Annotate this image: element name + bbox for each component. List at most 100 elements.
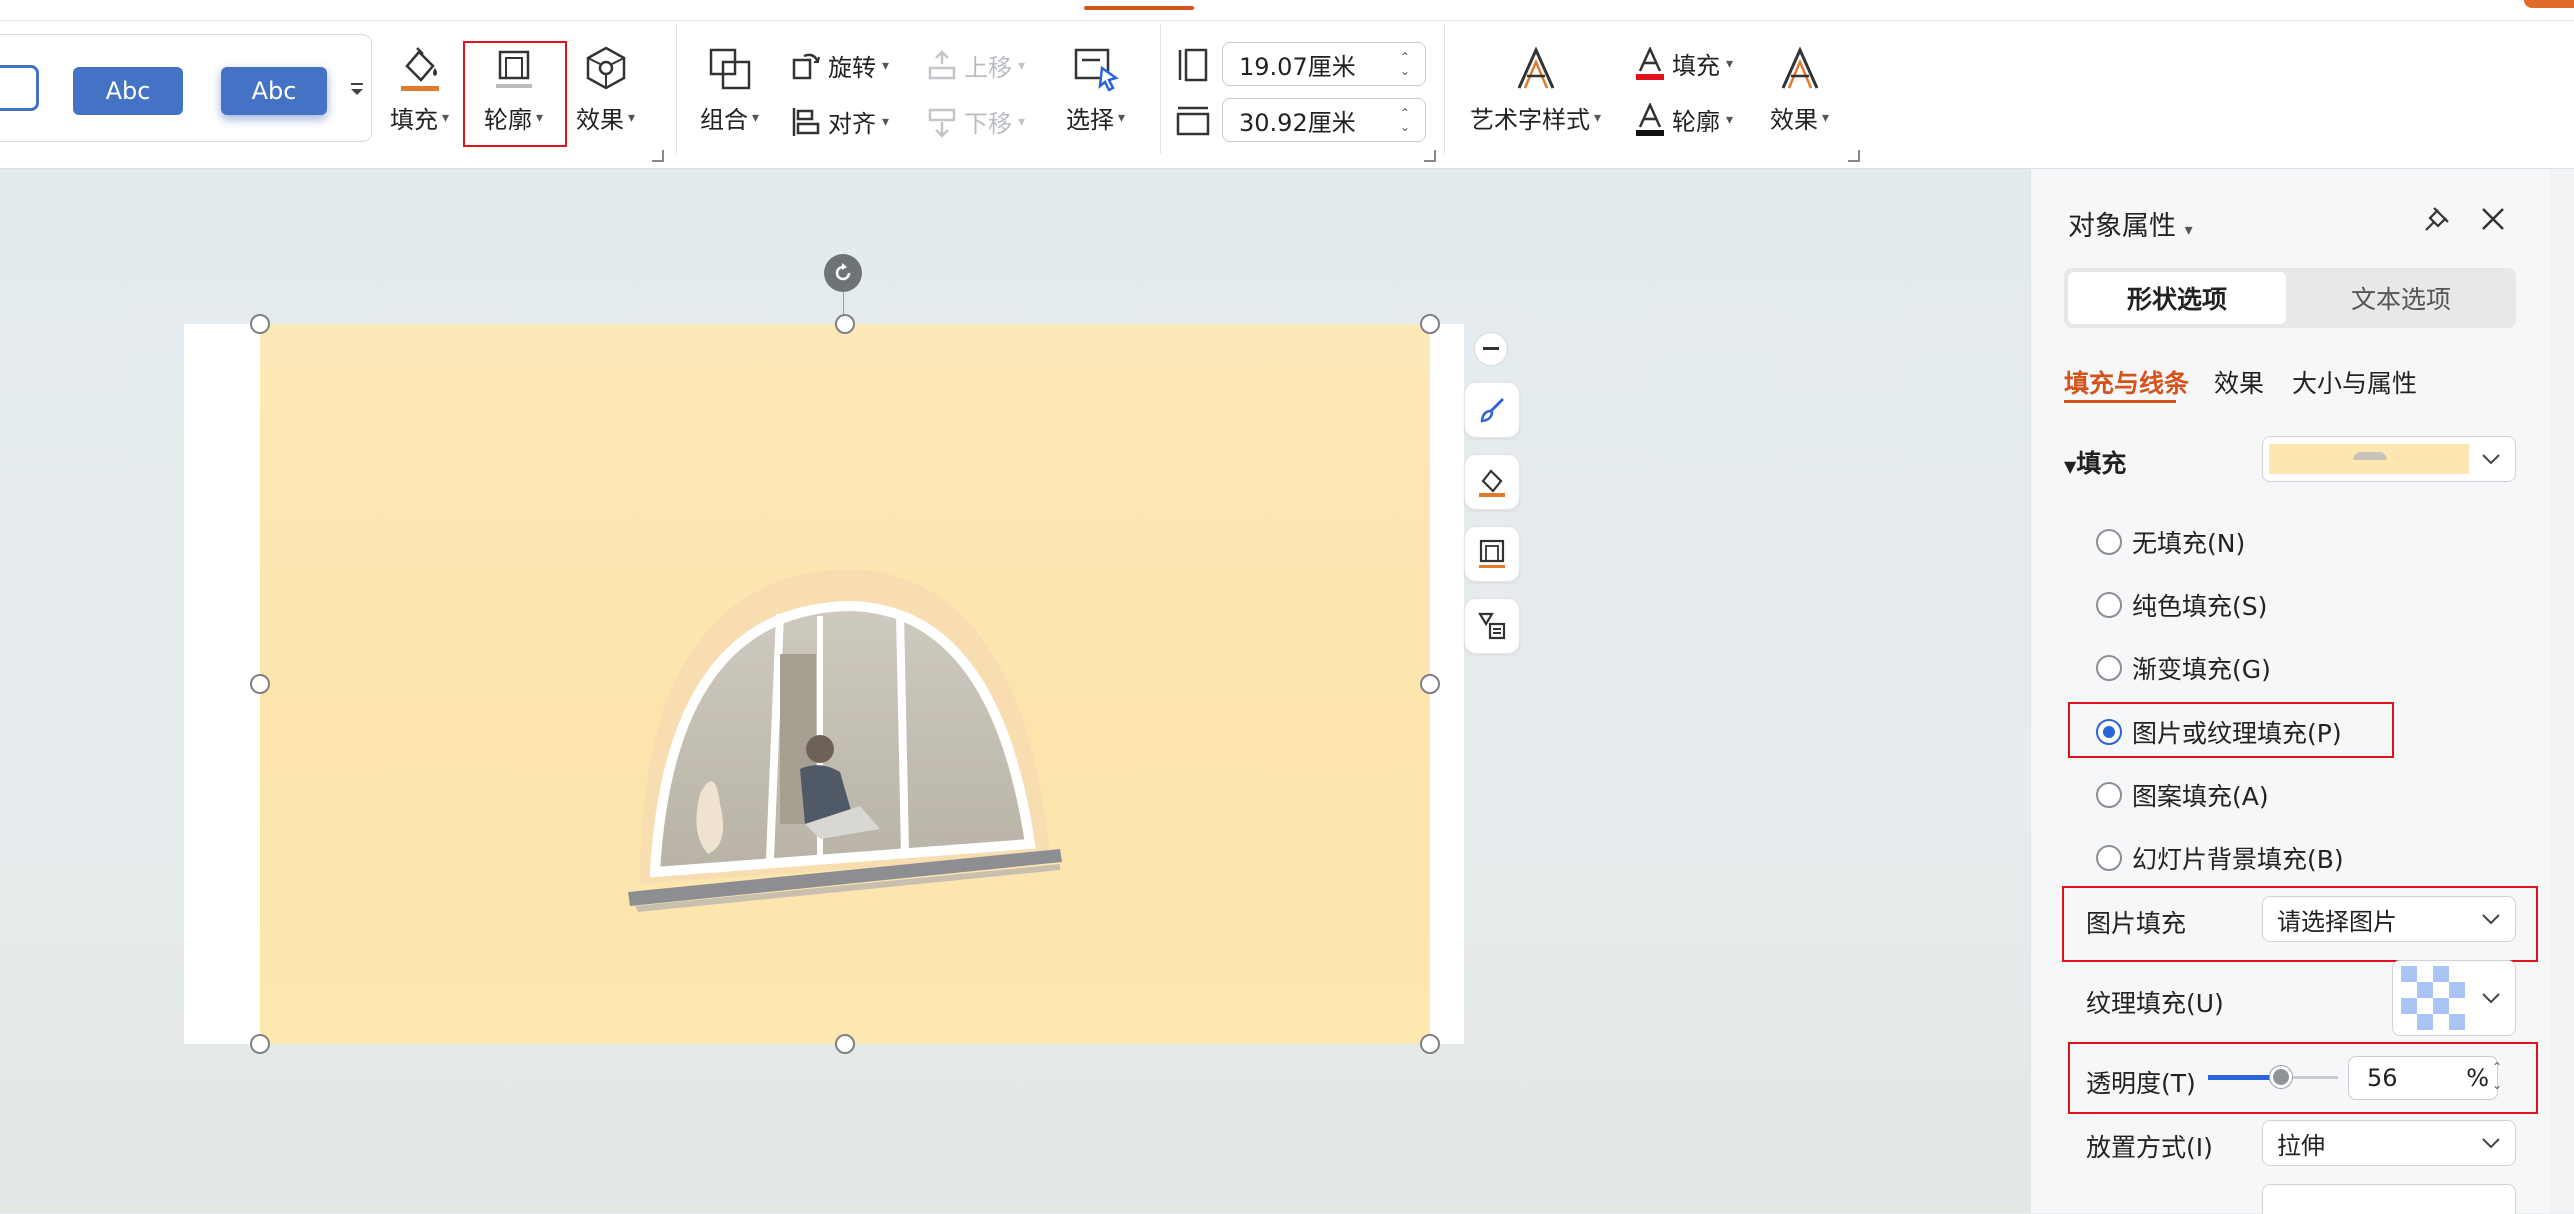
fill-option-label: 纯色填充(S): [2132, 592, 2268, 621]
paint-bucket-icon: [1476, 466, 1508, 498]
float-layout-button[interactable]: [1464, 598, 1520, 654]
float-format-painter-button[interactable]: [1464, 382, 1520, 438]
align-button[interactable]: 对齐 ▾: [790, 104, 889, 139]
resize-handle-top-left[interactable]: [250, 314, 270, 334]
pin-icon[interactable]: [2422, 204, 2452, 234]
placement-dropdown[interactable]: 拉伸: [2262, 1120, 2516, 1166]
active-tab-indicator: [1084, 6, 1194, 10]
shape-style-gallery: Abc Abc: [0, 34, 372, 142]
fill-option-pattern[interactable]: 图案填充(A): [2096, 777, 2269, 813]
fill-option-slide-background[interactable]: 幻灯片背景填充(B): [2096, 840, 2344, 876]
brush-icon: [1477, 395, 1507, 425]
shape-height-icon: [1176, 48, 1210, 82]
separator: [676, 24, 677, 154]
picture-fill-dropdown[interactable]: 请选择图片: [2262, 896, 2516, 942]
select-button[interactable]: 选择 ▾: [1066, 46, 1125, 135]
fill-option-solid[interactable]: 纯色填充(S): [2096, 587, 2267, 623]
collapse-toolbar-icon[interactable]: [1474, 332, 1508, 366]
decrement-icon[interactable]: ⌄: [1400, 64, 1410, 78]
shape-outline-button[interactable]: 轮廓 ▾: [484, 48, 543, 135]
resize-handle-left[interactable]: [250, 674, 270, 694]
close-icon[interactable]: [2480, 206, 2506, 232]
shape-effects-button[interactable]: 效果 ▾: [576, 44, 635, 135]
subtab-fill-line[interactable]: 填充与线条: [2064, 364, 2189, 400]
fill-option-none[interactable]: 无填充(N): [2096, 524, 2245, 560]
shape-styles-launcher-icon[interactable]: [652, 150, 664, 162]
text-outline-button[interactable]: 轮廓 ▾: [1634, 102, 1733, 137]
text-fill-button[interactable]: 填充 ▾: [1634, 46, 1733, 81]
shape-width-input[interactable]: 30.92厘米 ⌃ ⌄: [1222, 98, 1426, 142]
increment-icon[interactable]: ⌃: [1400, 106, 1410, 120]
text-effects-label: 效果: [1770, 106, 1818, 134]
shape-fill-label: 填充: [390, 106, 438, 134]
chevron-down-icon: ▾: [752, 109, 760, 126]
gallery-more-icon[interactable]: [348, 82, 366, 98]
wordart-style-button[interactable]: 艺术字样式 ▾: [1470, 46, 1601, 135]
ribbon-toolbar: Abc Abc 填充 ▾ 轮廓 ▾ 效果 ▾ 组合 ▾ 旋转 ▾ 对齐 ▾ 上移…: [0, 0, 2574, 169]
slider-thumb[interactable]: [2269, 1066, 2292, 1088]
wordart-style-label: 艺术字样式: [1470, 106, 1590, 134]
transparency-input[interactable]: 56 %: [2348, 1056, 2498, 1100]
style-swatch-filled[interactable]: Abc: [73, 67, 183, 115]
subtab-effects[interactable]: 效果: [2214, 364, 2264, 400]
picture-fill-value: 请选择图片: [2277, 907, 2397, 936]
resize-handle-bottom[interactable]: [835, 1034, 855, 1054]
radio-button[interactable]: [2096, 655, 2122, 681]
panel-title[interactable]: 对象属性 ▾: [2068, 204, 2193, 243]
wordart-launcher-icon[interactable]: [1848, 150, 1860, 162]
chevron-down-icon: ▾: [536, 109, 544, 126]
group-icon: [707, 46, 753, 92]
group-button[interactable]: 组合 ▾: [700, 46, 759, 135]
selected-picture[interactable]: [260, 324, 1430, 1044]
transparency-spinner[interactable]: ⌃ ⌄: [2492, 1058, 2502, 1094]
transparency-slider[interactable]: [2208, 1060, 2338, 1096]
texture-checker-icon: [2401, 966, 2465, 1030]
texture-fill-dropdown[interactable]: [2392, 960, 2516, 1036]
bring-forward-button[interactable]: 上移 ▾: [926, 48, 1025, 83]
increment-icon[interactable]: ⌃: [2492, 1058, 2502, 1076]
resize-handle-bottom-right[interactable]: [1420, 1034, 1440, 1054]
send-backward-button[interactable]: 下移 ▾: [926, 104, 1025, 139]
decrement-icon[interactable]: ⌄: [2492, 1076, 2502, 1094]
tab-text-options[interactable]: 文本选项: [2290, 272, 2512, 324]
radio-button[interactable]: [2096, 845, 2122, 871]
shape-height-input[interactable]: 19.07厘米 ⌃ ⌄: [1222, 42, 1426, 86]
radio-button-selected[interactable]: [2096, 719, 2122, 745]
resize-handle-bottom-left[interactable]: [250, 1034, 270, 1054]
text-effects-button[interactable]: 效果 ▾: [1770, 46, 1829, 135]
rotate-handle-icon[interactable]: [824, 254, 862, 292]
next-dropdown-partial[interactable]: [2262, 1184, 2516, 1214]
fill-option-label: 渐变填充(G): [2132, 655, 2271, 684]
shape-fill-button[interactable]: 填充 ▾: [390, 44, 449, 135]
resize-handle-right[interactable]: [1420, 674, 1440, 694]
radio-button[interactable]: [2096, 782, 2122, 808]
float-fill-button[interactable]: [1464, 454, 1520, 510]
radio-button[interactable]: [2096, 592, 2122, 618]
chevron-down-icon: ▾: [882, 57, 890, 74]
tab-shape-options-label: 形状选项: [2126, 285, 2227, 314]
shape-height-value: 19.07厘米: [1239, 52, 1356, 81]
increment-icon[interactable]: ⌃: [1400, 50, 1410, 64]
rotate-label: 旋转: [828, 54, 876, 82]
fill-option-picture-texture[interactable]: 图片或纹理填充(P): [2096, 714, 2342, 750]
subtab-size-properties[interactable]: 大小与属性: [2292, 364, 2417, 400]
panel-scrollbar[interactable]: [2550, 169, 2574, 1213]
style-swatch-shadow[interactable]: Abc: [221, 67, 327, 115]
size-launcher-icon[interactable]: [1424, 150, 1436, 162]
fill-option-gradient[interactable]: 渐变填充(G): [2096, 650, 2271, 686]
tab-shape-options[interactable]: 形状选项: [2068, 272, 2286, 324]
chevron-down-icon: [2481, 913, 2501, 925]
fill-section-header[interactable]: ▼填充: [2064, 444, 2126, 480]
resize-handle-top-right[interactable]: [1420, 314, 1440, 334]
decrement-icon[interactable]: ⌄: [1400, 120, 1410, 134]
text-effects-icon: [1777, 46, 1823, 92]
rotate-button[interactable]: 旋转 ▾: [790, 48, 889, 83]
style-swatch-outline[interactable]: [0, 65, 39, 111]
resize-handle-top[interactable]: [835, 314, 855, 334]
subtab-size-properties-label: 大小与属性: [2292, 369, 2418, 398]
float-outline-button[interactable]: [1464, 526, 1520, 582]
send-backward-label: 下移: [964, 110, 1012, 138]
chevron-down-icon: ▾: [1726, 55, 1734, 72]
radio-button[interactable]: [2096, 529, 2122, 555]
fill-preview-dropdown[interactable]: [2262, 436, 2516, 482]
